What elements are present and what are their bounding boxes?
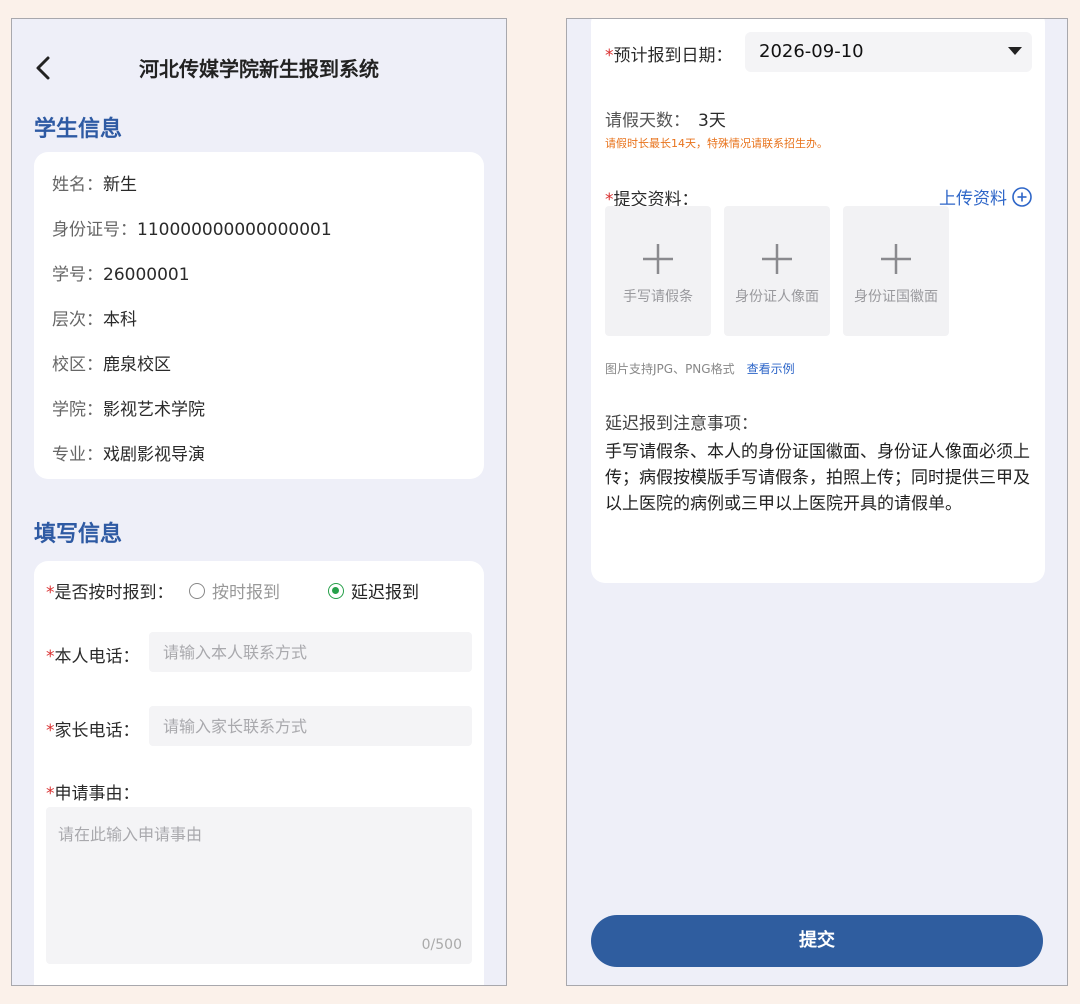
format-hint: 图片支持JPG、PNG格式 查看示例 <box>605 362 795 376</box>
info-row-campus: 校区：鹿泉校区 <box>52 355 171 375</box>
radio-icon <box>328 582 344 599</box>
info-row-level: 层次：本科 <box>52 310 137 330</box>
view-example-link[interactable]: 查看示例 <box>747 362 795 376</box>
plus-icon <box>643 244 673 274</box>
plus-icon <box>762 244 792 274</box>
student-info-title: 学生信息 <box>34 117 123 142</box>
tile-label: 身份证国徽面 <box>854 289 938 305</box>
tile-label: 手写请假条 <box>623 289 693 305</box>
phone-label: *本人电话： <box>46 647 140 667</box>
reason-char-counter: 0/500 <box>421 937 462 953</box>
tile-label: 身份证人像面 <box>735 289 819 305</box>
upload-tile-handwritten-note[interactable]: 手写请假条 <box>605 206 711 336</box>
info-row-id-number: 身份证号：110000000000000001 <box>52 220 332 240</box>
info-value: 鹿泉校区 <box>103 355 171 375</box>
delay-form-card: *预计报到日期： 2026-09-10 请假天数： 3天 请假时长最长14天，特殊… <box>591 19 1045 583</box>
plus-circle-icon <box>1012 186 1032 207</box>
info-value: 戏剧影视导演 <box>103 445 205 465</box>
plus-icon <box>881 244 911 274</box>
parent-phone-input[interactable] <box>149 706 472 746</box>
page-title: 河北传媒学院新生报到系统 <box>139 57 379 81</box>
leave-duration-note: 请假时长最长14天，特殊情况请联系招生办。 <box>605 137 828 150</box>
reason-textarea[interactable] <box>46 807 472 964</box>
info-value: 新生 <box>103 175 137 195</box>
info-row-major: 专业：戏剧影视导演 <box>52 445 205 465</box>
leave-days-value: 3天 <box>698 111 726 131</box>
notice-title: 延迟报到注意事项： <box>605 414 758 434</box>
app-header: 河北传媒学院新生报到系统 <box>12 19 506 111</box>
info-value: 26000001 <box>103 265 190 285</box>
info-row-student-number: 学号：26000001 <box>52 265 190 285</box>
submit-button[interactable]: 提交 <box>591 915 1043 967</box>
info-value: 110000000000000001 <box>137 220 332 240</box>
form-card: *是否按时报到： 按时报到 延迟报到 *本人电话： *家长电话： *申请事由： … <box>34 561 484 985</box>
ontime-label: *是否按时报到： <box>46 583 174 603</box>
date-select[interactable]: 2026-09-10 <box>745 32 1032 72</box>
phone-input[interactable] <box>149 632 472 672</box>
form-section-title: 填写信息 <box>34 522 123 547</box>
left-phone-screen: 河北传媒学院新生报到系统 学生信息 姓名：新生 身份证号：11000000000… <box>11 18 507 986</box>
leave-days: 请假天数： 3天 <box>605 111 726 131</box>
upload-tile-id-portrait[interactable]: 身份证人像面 <box>724 206 830 336</box>
info-row-name: 姓名：新生 <box>52 175 137 195</box>
upload-tile-id-emblem[interactable]: 身份证国徽面 <box>843 206 949 336</box>
date-value: 2026-09-10 <box>759 41 864 62</box>
radio-icon <box>189 582 205 599</box>
dropdown-caret-icon <box>1008 47 1022 55</box>
info-value: 影视艺术学院 <box>103 400 205 420</box>
parent-phone-label: *家长电话： <box>46 721 140 741</box>
notice-body: 手写请假条、本人的身份证国徽面、身份证人像面必须上传；病假按模版手写请假条，拍照… <box>605 442 1030 514</box>
info-row-college: 学院：影视艺术学院 <box>52 400 205 420</box>
upload-materials-link[interactable]: 上传资料 <box>939 184 1033 209</box>
radio-ontime[interactable]: 按时报到 <box>189 578 280 603</box>
info-value: 本科 <box>103 310 137 330</box>
right-phone-screen: *预计报到日期： 2026-09-10 请假天数： 3天 请假时长最长14天，特殊… <box>566 18 1068 986</box>
radio-delay[interactable]: 延迟报到 <box>328 578 419 603</box>
reason-label: *申请事由： <box>46 784 140 804</box>
student-info-card: 姓名：新生 身份证号：110000000000000001 学号：2600000… <box>34 152 484 479</box>
date-label: *预计报到日期： <box>605 46 733 66</box>
